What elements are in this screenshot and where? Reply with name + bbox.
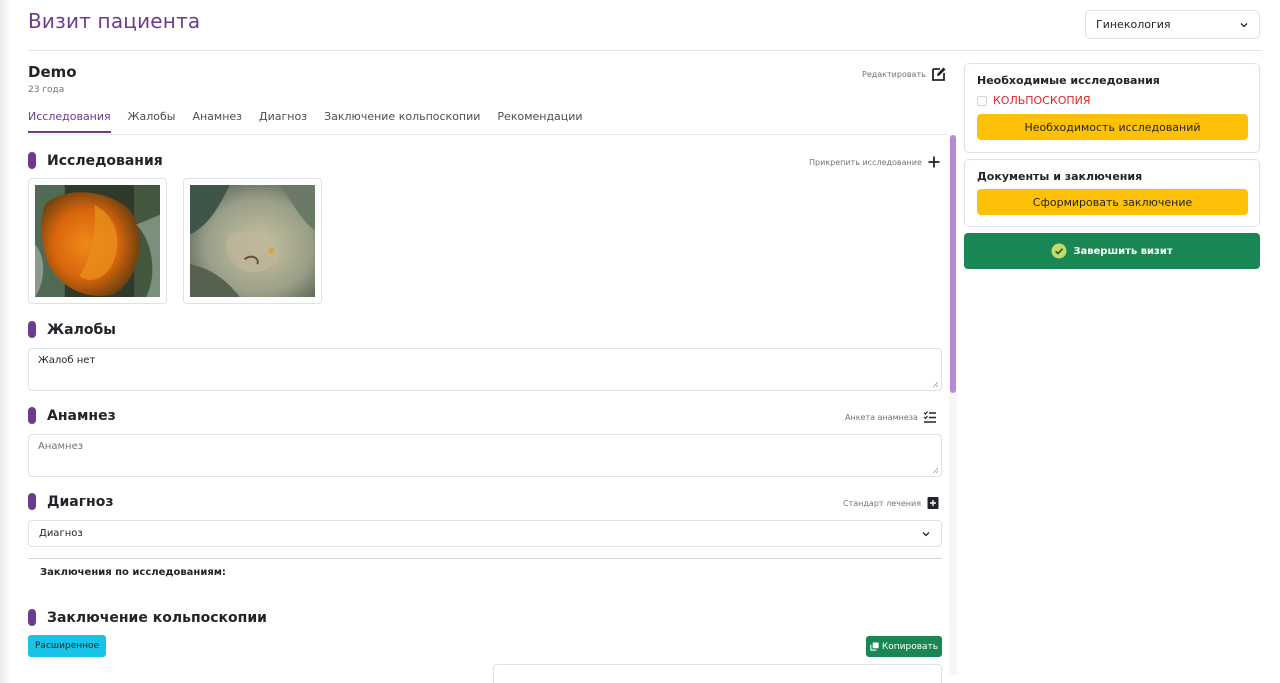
anamnesis-questionnaire-button[interactable]: Анкета анамнеза [845, 410, 937, 424]
finish-visit-button[interactable]: Завершить визит [964, 233, 1260, 269]
required-studies-card: Необходимые исследования КОЛЬПОСКОПИЯ Не… [964, 63, 1260, 153]
diagnosis-select-value: Диагноз [39, 528, 83, 539]
colposcopy-image-1 [35, 185, 160, 297]
chevron-down-icon [922, 531, 930, 536]
anamnesis-title: Анамнез [47, 407, 116, 424]
anamnesis-placeholder: Анамнез [38, 441, 84, 452]
complaints-textarea[interactable]: Жалоб нет [28, 348, 942, 391]
complaints-title: Жалобы [47, 321, 116, 338]
diagnosis-title: Диагноз [47, 493, 114, 510]
scrollbar-thumb[interactable] [950, 135, 956, 393]
required-study-item[interactable]: КОЛЬПОСКОПИЯ [977, 94, 1247, 107]
diagnosis-select[interactable]: Диагноз [28, 520, 942, 547]
required-study-label: КОЛЬПОСКОПИЯ [993, 94, 1091, 107]
study-conclusions-label: Заключения по исследованиям: [40, 567, 226, 578]
attach-study-button[interactable]: Прикрепить исследование [809, 155, 941, 169]
tab-complaints[interactable]: Жалобы [128, 110, 176, 133]
finish-visit-label: Завершить визит [1073, 245, 1173, 257]
copy-label: Копировать [881, 641, 939, 652]
copy-icon [870, 642, 879, 651]
section-marker [28, 493, 36, 510]
specialty-select-value: Гинекология [1096, 18, 1171, 31]
tab-recommendations[interactable]: Рекомендации [497, 110, 582, 133]
page-title: Визит пациента [28, 9, 201, 33]
colposcopy-section-header: Заключение кольпоскопии [28, 609, 267, 626]
anamnesis-textarea[interactable]: Анамнез [28, 434, 942, 477]
section-marker [28, 609, 36, 626]
treatment-standard-label: Стандарт лечения [843, 498, 922, 508]
studies-title: Исследования [47, 152, 163, 169]
required-studies-title: Необходимые исследования [977, 74, 1160, 87]
colposcopy-title: Заключение кольпоскопии [47, 609, 267, 626]
section-marker [28, 152, 36, 169]
tab-anamnesis[interactable]: Анамнез [192, 110, 242, 133]
edit-patient-button[interactable]: Редактировать [862, 66, 947, 82]
book-plus-icon [927, 497, 939, 509]
section-marker [28, 321, 36, 338]
resize-grip-icon[interactable] [932, 381, 939, 388]
patient-age: 23 года [28, 85, 65, 95]
tab-colposcopy-conclusion[interactable]: Заключение кольпоскопии [324, 110, 480, 133]
chevron-down-icon [1240, 22, 1248, 27]
header-divider [28, 50, 1262, 51]
colposcopy-image-2 [190, 185, 315, 297]
edit-icon [931, 67, 946, 81]
window-edge-shade [0, 0, 12, 683]
documents-title: Документы и заключения [977, 170, 1143, 183]
anamnesis-section-header: Анамнез [28, 407, 116, 424]
diagnosis-divider [28, 558, 942, 559]
study-thumbnail-2[interactable] [183, 178, 322, 304]
anamnesis-questionnaire-label: Анкета анамнеза [845, 412, 918, 422]
attach-study-label: Прикрепить исследование [809, 157, 922, 167]
colposcopy-field[interactable] [493, 664, 942, 683]
specialty-select[interactable]: Гинекология [1085, 10, 1260, 39]
check-circle-icon [1051, 243, 1067, 259]
section-marker [28, 407, 36, 424]
complaints-section-header: Жалобы [28, 321, 116, 338]
copy-button[interactable]: Копировать [866, 636, 942, 657]
edit-label: Редактировать [862, 69, 926, 79]
tabs-divider [28, 134, 948, 135]
plus-icon [928, 156, 940, 168]
tab-studies[interactable]: Исследования [28, 110, 111, 133]
treatment-standard-button[interactable]: Стандарт лечения [843, 496, 940, 510]
visit-tabs: Исследования Жалобы Анамнез Диагноз Закл… [28, 110, 600, 133]
checklist-icon [923, 411, 936, 423]
study-thumbnail-1[interactable] [28, 178, 167, 304]
complaints-value: Жалоб нет [38, 355, 96, 366]
studies-section-header: Исследования [28, 152, 163, 169]
required-study-checkbox[interactable] [977, 95, 987, 106]
required-studies-button[interactable]: Необходимость исследований [977, 114, 1248, 140]
diagnosis-section-header: Диагноз [28, 493, 113, 510]
resize-grip-icon[interactable] [932, 467, 939, 474]
extended-mode-button[interactable]: Расширенное [28, 635, 107, 657]
tab-diagnosis[interactable]: Диагноз [259, 110, 307, 133]
documents-card: Документы и заключения Сформировать закл… [964, 159, 1260, 227]
patient-name: Demo [28, 63, 77, 81]
generate-conclusion-button[interactable]: Сформировать заключение [977, 189, 1248, 215]
